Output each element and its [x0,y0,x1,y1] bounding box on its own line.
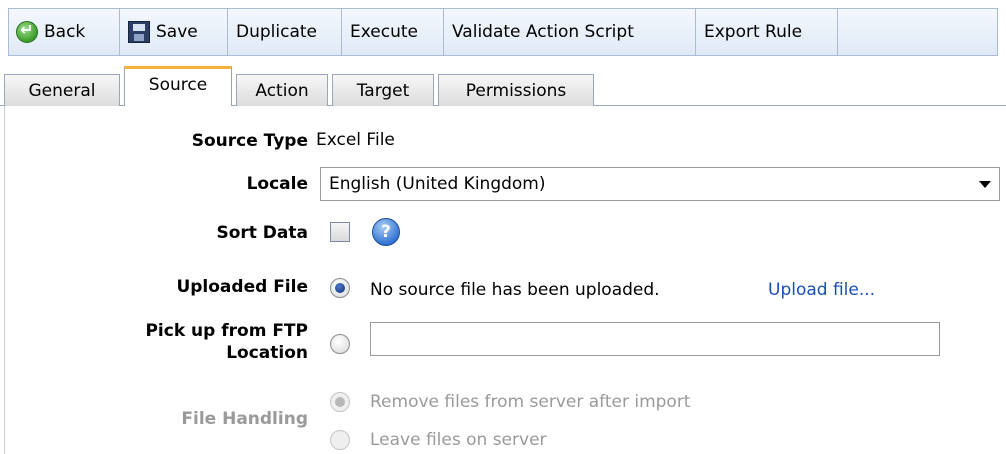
locale-label: Locale [246,174,308,194]
back-arrow-icon [16,20,38,43]
tab-label: Source [148,75,208,95]
export-rule-button[interactable]: Export Rule [696,8,838,56]
locale-select[interactable]: English (United Kingdom) [320,167,1000,201]
no-file-message: No source file has been uploaded. [370,280,660,300]
back-label: Back [44,22,86,42]
ftp-location-label: Pick up from FTP Location [145,320,308,364]
validate-label: Validate Action Script [452,22,634,42]
tab-source[interactable]: Source [124,66,232,106]
locale-selected-value: English (United Kingdom) [329,174,546,194]
execute-label: Execute [350,22,418,42]
toolbar: Back Save Duplicate Execute Validate Act… [0,0,1006,66]
tab-target[interactable]: Target [332,74,434,106]
dropdown-arrow-icon [979,180,991,188]
tab-label: Permissions [465,80,567,101]
tab-label: Target [356,80,410,101]
sort-data-label: Sort Data [216,223,308,243]
ftp-label-line1: Pick up from FTP [145,321,308,341]
upload-file-link[interactable]: Upload file... [768,280,875,300]
execute-button[interactable]: Execute [342,8,444,56]
source-type-value: Excel File [316,130,395,150]
duplicate-label: Duplicate [236,22,317,42]
ftp-location-radio[interactable] [330,334,350,354]
floppy-disk-icon [128,21,150,43]
tab-permissions[interactable]: Permissions [438,74,594,106]
uploaded-file-label: Uploaded File [176,277,308,297]
ftp-label-line2: Location [226,343,308,363]
tab-label: Action [255,80,309,101]
help-icon[interactable]: ? [372,218,400,246]
save-button[interactable]: Save [120,8,228,56]
ftp-location-input[interactable] [370,322,940,356]
back-button[interactable]: Back [8,8,120,56]
remove-files-option-label: Remove files from server after import [370,392,691,412]
source-type-label: Source Type [191,131,308,151]
sort-data-checkbox[interactable] [330,222,350,242]
tab-label: General [28,80,96,101]
file-handling-label: File Handling [181,409,308,429]
leave-files-option-label: Leave files on server [370,430,547,450]
leave-files-radio[interactable] [330,430,350,450]
content-left-border [4,106,5,454]
validate-action-script-button[interactable]: Validate Action Script [444,8,696,56]
save-label: Save [156,22,198,42]
tab-general[interactable]: General [4,74,120,106]
tab-bar: General Source Action Target Permissions [0,66,1006,106]
remove-files-radio[interactable] [330,392,350,412]
duplicate-button[interactable]: Duplicate [228,8,342,56]
export-label: Export Rule [704,22,803,42]
tab-action[interactable]: Action [236,74,328,106]
uploaded-file-radio[interactable] [330,278,350,298]
